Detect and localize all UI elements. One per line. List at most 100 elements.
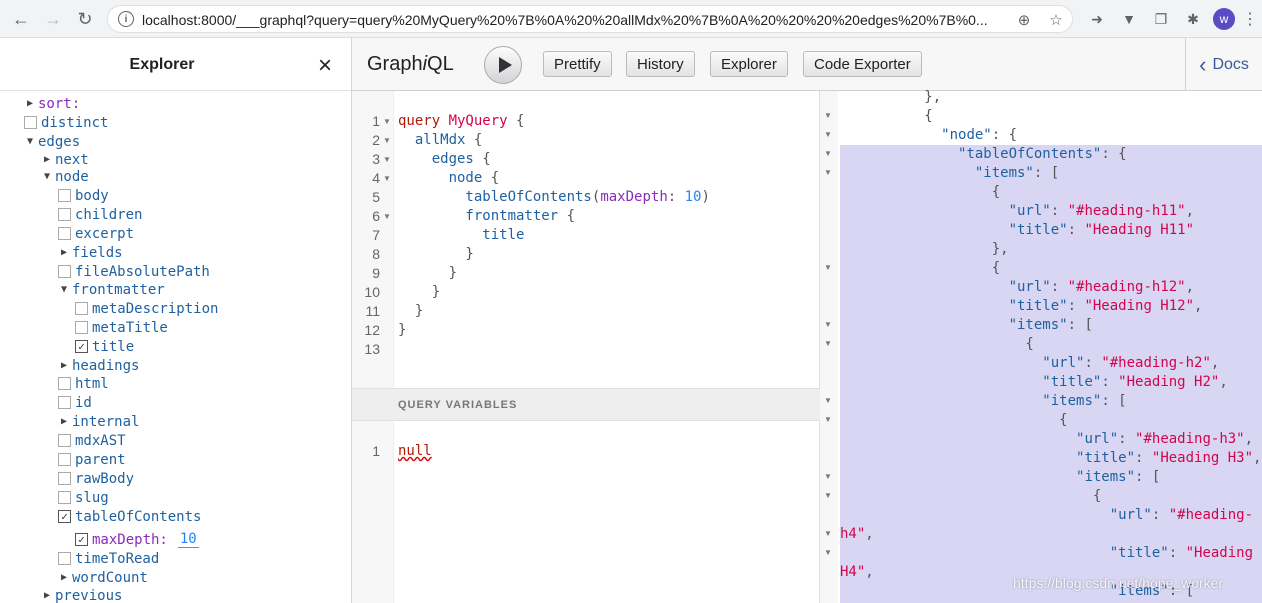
code-token: { — [473, 151, 491, 167]
explorer-row-frontmatter[interactable]: ▼ frontmatter — [58, 280, 165, 299]
fold-caret-icon[interactable]: ▼ — [824, 263, 832, 272]
explorer-row-parent[interactable]: parent — [58, 450, 126, 469]
explorer-row-fields[interactable]: ▶ fields — [58, 243, 123, 262]
explorer-row-tableofcontents[interactable]: ✓ tableOfContents — [58, 507, 201, 526]
fold-caret-icon[interactable]: ▼ — [824, 472, 832, 481]
explorer-row-html[interactable]: html — [58, 374, 109, 393]
explorer-row-previous[interactable]: ▶ previous — [41, 586, 122, 603]
fold-caret-icon[interactable]: ▼ — [824, 529, 832, 538]
prettify-button[interactable]: Prettify — [543, 51, 612, 77]
explorer-row-metatitle[interactable]: metaTitle — [75, 318, 168, 337]
checkbox-icon[interactable] — [58, 472, 71, 485]
forward-arrow-icon[interactable]: → — [41, 7, 65, 31]
fold-caret-icon[interactable]: ▼ — [383, 169, 391, 188]
browser-menu-icon[interactable]: ⋮ — [1242, 8, 1258, 30]
checkbox-icon[interactable] — [58, 434, 71, 447]
explorer-row-internal[interactable]: ▶ internal — [58, 412, 139, 431]
explorer-row-rawbody[interactable]: rawBody — [58, 469, 134, 488]
checkbox-icon[interactable] — [58, 208, 71, 221]
caret-right-icon[interactable]: ▶ — [41, 590, 53, 601]
reload-icon[interactable]: ↻ — [73, 7, 97, 31]
profile-avatar[interactable]: w — [1213, 8, 1235, 30]
checkbox-icon[interactable] — [58, 453, 71, 466]
history-button[interactable]: History — [626, 51, 695, 77]
caret-right-icon[interactable]: ▶ — [58, 416, 70, 427]
explorer-row-fileabsolutepath[interactable]: fileAbsolutePath — [58, 262, 210, 281]
explorer-row-title[interactable]: ✓ title — [75, 337, 134, 356]
caret-right-icon[interactable]: ▶ — [24, 98, 36, 109]
checkbox-icon[interactable] — [58, 227, 71, 240]
back-arrow-icon[interactable]: ← — [9, 7, 33, 31]
checkbox-icon[interactable] — [75, 302, 88, 315]
caret-right-icon[interactable]: ▶ — [58, 572, 70, 583]
explorer-row-wordcount[interactable]: ▶ wordCount — [58, 568, 148, 587]
explorer-row-timetoread[interactable]: timeToRead — [58, 549, 159, 568]
explorer-row-distinct[interactable]: distinct — [24, 113, 108, 132]
explorer-button[interactable]: Explorer — [710, 51, 788, 77]
checkbox-icon[interactable] — [75, 321, 88, 334]
explorer-row-headings[interactable]: ▶ headings — [58, 356, 139, 375]
caret-down-icon[interactable]: ▼ — [58, 284, 70, 295]
fold-caret-icon[interactable]: ▼ — [824, 491, 832, 500]
url-text[interactable]: localhost:8000/___graphql?query=query%20… — [142, 12, 1012, 28]
checkbox-checked-icon[interactable]: ✓ — [75, 533, 88, 546]
explorer-row-children[interactable]: children — [58, 205, 142, 224]
explorer-row-slug[interactable]: slug — [58, 488, 109, 507]
fold-caret-icon[interactable]: ▼ — [824, 168, 832, 177]
extension-arrow-icon[interactable]: ➜ — [1087, 9, 1107, 29]
argument-value-input[interactable]: 10 — [177, 531, 199, 548]
fold-caret-icon[interactable]: ▼ — [824, 396, 832, 405]
variables-code-line[interactable]: null — [398, 442, 432, 461]
explorer-row-sort[interactable]: ▶ sort: — [24, 94, 80, 113]
result-pane[interactable]: ▼ ▼ ▼ ▼ ▼ ▼ ▼ ▼ ▼ ▼ ▼ ▼ ▼ }, { "node": { "tableOfCon… — [820, 89, 1262, 603]
execute-query-button[interactable] — [484, 46, 522, 84]
bookmark-star-icon[interactable]: ☆ — [1046, 10, 1066, 30]
checkbox-icon[interactable] — [58, 552, 71, 565]
zoom-icon[interactable]: ⊕ — [1014, 10, 1034, 30]
code-exporter-button[interactable]: Code Exporter — [803, 51, 922, 77]
caret-right-icon[interactable]: ▶ — [41, 154, 53, 165]
fold-caret-icon[interactable]: ▼ — [383, 112, 391, 131]
extensions-puzzle-icon[interactable]: ✱ — [1183, 9, 1203, 29]
fold-caret-icon[interactable]: ▼ — [824, 548, 832, 557]
explorer-row-maxdepth[interactable]: ✓ maxDepth: 10 — [75, 530, 199, 549]
explorer-row-body[interactable]: body — [58, 186, 109, 205]
checkbox-icon[interactable] — [24, 116, 37, 129]
checkbox-icon[interactable] — [58, 265, 71, 278]
info-icon[interactable]: i — [118, 11, 134, 27]
checkbox-icon[interactable] — [58, 189, 71, 202]
fold-caret-icon[interactable]: ▼ — [824, 130, 832, 139]
explorer-field-label: maxDepth: — [92, 531, 168, 548]
caret-right-icon[interactable]: ▶ — [58, 360, 70, 371]
fold-caret-icon[interactable]: ▼ — [383, 207, 391, 226]
fold-caret-icon[interactable]: ▼ — [824, 415, 832, 424]
explorer-row-mdxast[interactable]: mdxAST — [58, 431, 126, 450]
caret-down-icon[interactable]: ▼ — [24, 136, 36, 147]
docs-button[interactable]: ‹ Docs — [1185, 38, 1262, 91]
checkbox-checked-icon[interactable]: ✓ — [58, 510, 71, 523]
query-editor[interactable]: 1 ▼ 2 ▼ 3 ▼ 4 ▼ 5 6 ▼ 7 8 9 10 11 12 13 query MyQuery { a… — [352, 91, 820, 388]
fold-caret-icon[interactable]: ▼ — [824, 320, 832, 329]
extension-vue-icon[interactable]: ▼ — [1119, 9, 1139, 29]
checkbox-icon[interactable] — [58, 396, 71, 409]
variables-editor[interactable]: 1 null — [352, 421, 820, 603]
fold-caret-icon[interactable]: ▼ — [824, 149, 832, 158]
explorer-row-node[interactable]: ▼ node — [41, 167, 89, 186]
fold-caret-icon[interactable]: ▼ — [383, 131, 391, 150]
caret-right-icon[interactable]: ▶ — [58, 247, 70, 258]
extension-copy-icon[interactable]: ❐ — [1151, 9, 1171, 29]
address-bar[interactable]: i localhost:8000/___graphql?query=query%… — [107, 5, 1073, 33]
explorer-row-metadescription[interactable]: metaDescription — [75, 299, 218, 318]
fold-caret-icon[interactable]: ▼ — [383, 150, 391, 169]
fold-caret-icon[interactable]: ▼ — [824, 339, 832, 348]
close-icon[interactable]: × — [313, 54, 337, 80]
caret-down-icon[interactable]: ▼ — [41, 171, 53, 182]
checkbox-icon[interactable] — [58, 491, 71, 504]
checkbox-icon[interactable] — [58, 377, 71, 390]
checkbox-checked-icon[interactable]: ✓ — [75, 340, 88, 353]
explorer-row-excerpt[interactable]: excerpt — [58, 224, 134, 243]
explorer-row-edges[interactable]: ▼ edges — [24, 132, 80, 151]
explorer-row-id[interactable]: id — [58, 393, 92, 412]
fold-caret-icon[interactable]: ▼ — [824, 111, 832, 120]
query-variables-bar[interactable]: QUERY VARIABLES — [352, 388, 820, 421]
